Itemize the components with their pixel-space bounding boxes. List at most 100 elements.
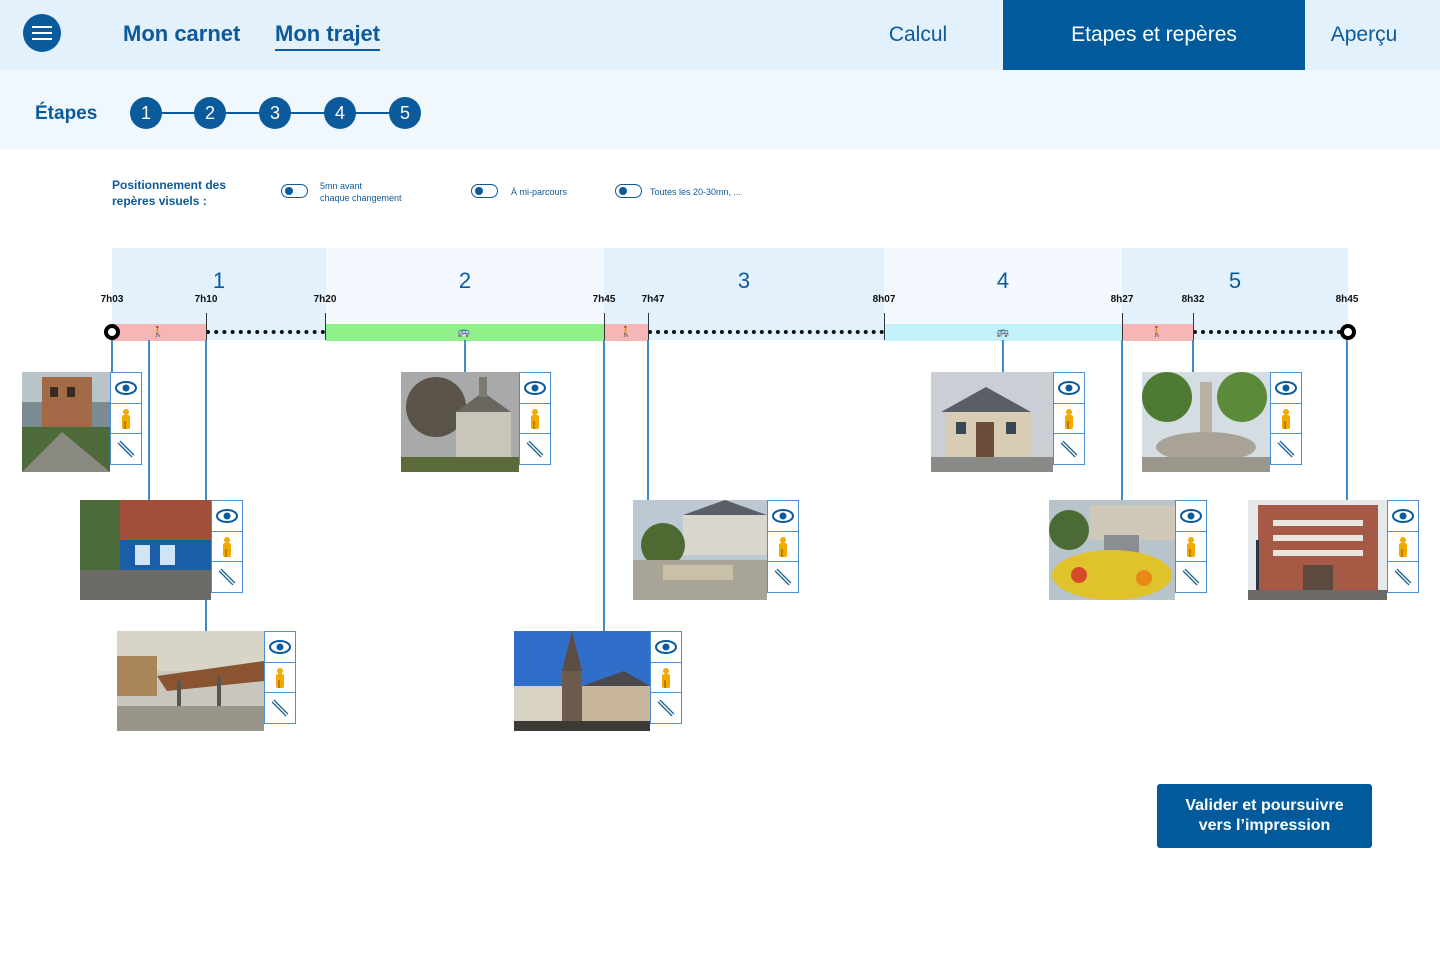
step-2[interactable]: 2 — [194, 97, 226, 129]
walk-icon: 🚶 — [1150, 327, 1164, 338]
landmark-actions — [767, 500, 799, 593]
bus-icon: 🚌 — [996, 327, 1010, 338]
person-icon[interactable] — [519, 402, 551, 435]
ruler-icon[interactable] — [1387, 561, 1419, 593]
toggle-5mn-avant[interactable] — [281, 184, 308, 198]
landmark-photo[interactable] — [931, 372, 1053, 472]
step-4[interactable]: 4 — [324, 97, 356, 129]
wait-dotted-line — [648, 330, 884, 334]
time-label: 7h45 — [592, 294, 616, 305]
validate-print-button[interactable]: Valider et poursuivre vers l’impression — [1157, 784, 1372, 848]
time-label: 8h45 — [1335, 294, 1359, 305]
eye-icon[interactable] — [264, 631, 296, 663]
eye-icon[interactable] — [1175, 500, 1207, 532]
time-label: 7h20 — [313, 294, 337, 305]
landmark-connector — [1002, 340, 1004, 372]
toggle-toutes-20-30mn[interactable] — [615, 184, 642, 198]
landmark-photo[interactable] — [22, 372, 110, 472]
time-tick — [1122, 313, 1123, 340]
nav-mon-trajet[interactable]: Mon trajet — [275, 21, 381, 51]
landmark-actions — [264, 631, 296, 724]
time-tick — [325, 313, 326, 340]
time-label: 8h27 — [1110, 294, 1134, 305]
ruler-icon[interactable] — [110, 433, 142, 465]
hamburger-icon[interactable] — [23, 14, 61, 52]
landmark-photo[interactable] — [514, 631, 650, 731]
landmark-photo[interactable] — [1142, 372, 1270, 472]
time-tick — [206, 313, 207, 340]
landmark-photo[interactable] — [117, 631, 264, 731]
ruler-icon[interactable] — [650, 692, 682, 724]
option-mi-parcours-label: À mi-parcours — [511, 187, 568, 197]
tab-apercu[interactable]: Aperçu — [1305, 0, 1423, 70]
step-3[interactable]: 3 — [259, 97, 291, 129]
landmark-photo[interactable] — [401, 372, 519, 472]
step-1[interactable]: 1 — [130, 97, 162, 129]
cta-line1: Valider et poursuivre — [1185, 797, 1344, 814]
landmark-photo[interactable] — [633, 500, 767, 600]
ruler-icon[interactable] — [519, 433, 551, 465]
person-icon[interactable] — [650, 661, 682, 694]
bus-icon: 🚌 — [457, 327, 471, 338]
ruler-icon[interactable] — [767, 561, 799, 593]
tab-calcul[interactable]: Calcul — [850, 0, 986, 70]
eye-icon[interactable] — [110, 372, 142, 404]
eye-icon[interactable] — [211, 500, 243, 532]
ruler-icon[interactable] — [1270, 433, 1302, 465]
cta-line2: vers l’impression — [1198, 817, 1331, 834]
person-icon[interactable] — [110, 402, 142, 435]
ruler-icon[interactable] — [211, 561, 243, 593]
option-5mn-line2: chaque changement — [320, 193, 402, 203]
landmark-connector — [647, 340, 649, 500]
eye-icon[interactable] — [1387, 500, 1419, 532]
person-icon[interactable] — [767, 530, 799, 563]
time-tick — [1193, 313, 1194, 340]
landmark-connector — [464, 340, 466, 372]
walk-icon: 🚶 — [151, 327, 165, 338]
step-5[interactable]: 5 — [389, 97, 421, 129]
segment-number: 1 — [212, 268, 226, 293]
end-point — [1340, 324, 1356, 340]
ruler-icon[interactable] — [1053, 433, 1085, 465]
option-5mn-line1: 5mn avant — [320, 181, 363, 191]
eye-icon[interactable] — [1053, 372, 1085, 404]
landmark-actions — [519, 372, 551, 465]
person-icon[interactable] — [211, 530, 243, 563]
person-icon[interactable] — [1270, 402, 1302, 435]
eye-icon[interactable] — [767, 500, 799, 532]
wait-dotted-line — [1193, 330, 1341, 334]
nav-mon-carnet[interactable]: Mon carnet — [123, 21, 240, 47]
landmark-actions — [110, 372, 142, 465]
landmark-photo[interactable] — [1049, 500, 1175, 600]
segment-number: 4 — [996, 268, 1010, 293]
ruler-icon[interactable] — [1175, 561, 1207, 593]
top-bar: Mon carnet Mon trajet Calcul Etapes et r… — [0, 0, 1440, 70]
wait-dotted-line — [206, 330, 325, 334]
time-label: 8h07 — [872, 294, 896, 305]
landmark-photo[interactable] — [80, 500, 211, 600]
steps-label: Étapes — [35, 103, 98, 124]
time-tick — [604, 313, 605, 340]
tab-etapes-reperes[interactable]: Etapes et repères — [1003, 0, 1305, 70]
landmark-connector — [1192, 340, 1194, 372]
eye-icon[interactable] — [1270, 372, 1302, 404]
landmark-photo[interactable] — [1248, 500, 1387, 600]
landmark-connector — [148, 340, 150, 500]
eye-icon[interactable] — [519, 372, 551, 404]
eye-icon[interactable] — [650, 631, 682, 663]
person-icon[interactable] — [1387, 530, 1419, 563]
time-label: 7h03 — [100, 294, 124, 305]
landmark-actions — [1270, 372, 1302, 465]
walk-icon: 🚶 — [619, 327, 633, 338]
landmark-actions — [650, 631, 682, 724]
segment-number: 2 — [458, 268, 472, 293]
landmark-actions — [1175, 500, 1207, 593]
landmark-connector — [603, 340, 605, 631]
person-icon[interactable] — [264, 661, 296, 694]
ruler-icon[interactable] — [264, 692, 296, 724]
person-icon[interactable] — [1053, 402, 1085, 435]
toggle-mi-parcours[interactable] — [471, 184, 498, 198]
option-5mn-label: 5mn avant chaque changement — [320, 180, 402, 204]
landmark-actions — [1053, 372, 1085, 465]
person-icon[interactable] — [1175, 530, 1207, 563]
